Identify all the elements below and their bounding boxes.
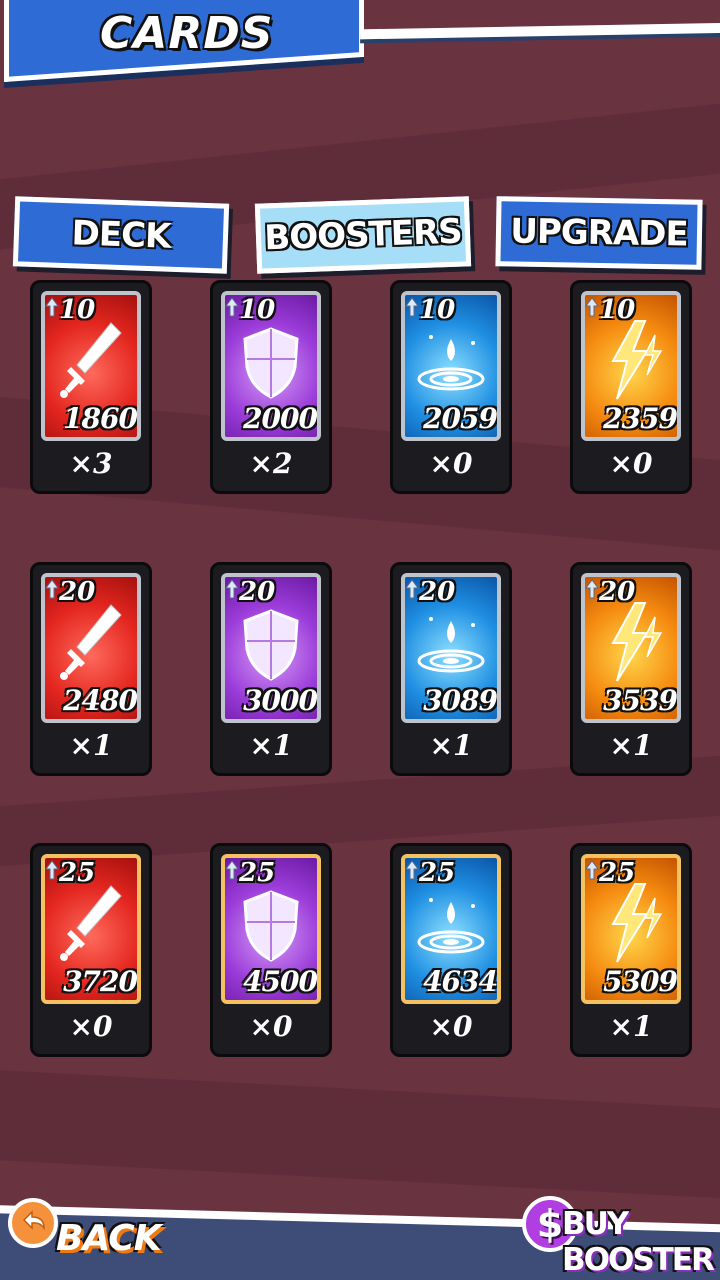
shield-icon xyxy=(243,327,299,399)
card-power: 5309 xyxy=(603,965,677,998)
card-slot[interactable]: 10 2059 ×0 xyxy=(390,280,512,494)
card-count: ×3 xyxy=(69,447,113,480)
upgrade-arrow-icon xyxy=(585,579,599,599)
card-power: 2000 xyxy=(243,402,317,435)
tab-boosters[interactable]: BOOSTERS xyxy=(254,196,472,274)
card-face: 20 3539 xyxy=(581,573,681,723)
card-slot[interactable]: 20 2480 ×1 xyxy=(30,562,152,776)
card-count: ×1 xyxy=(609,1010,653,1043)
card-face: 25 3720 xyxy=(41,854,141,1004)
buy-booster-button[interactable]: $ BUY BOOSTER xyxy=(522,1192,718,1278)
upgrade-arrow-icon xyxy=(585,860,599,880)
upgrade-arrow-icon xyxy=(225,579,239,599)
card-power: 1860 xyxy=(63,402,137,435)
sword-icon xyxy=(60,885,122,961)
card-face: 25 5309 xyxy=(581,854,681,1004)
water-icon xyxy=(417,617,485,673)
card-slot[interactable]: 25 4500 ×0 xyxy=(210,843,332,1057)
upgrade-arrow-icon xyxy=(225,860,239,880)
card-power: 2059 xyxy=(423,402,497,435)
card-count: ×0 xyxy=(249,1010,293,1043)
card-power: 3539 xyxy=(603,684,677,717)
card-slot[interactable]: 20 3539 ×1 xyxy=(570,562,692,776)
tab-deck[interactable]: DECK xyxy=(12,196,230,274)
tab-upgrade[interactable]: UPGRADE xyxy=(495,196,703,270)
upgrade-arrow-icon xyxy=(405,297,419,317)
card-slot[interactable]: 10 2000 ×2 xyxy=(210,280,332,494)
card-count: ×2 xyxy=(249,447,293,480)
card-slot[interactable]: 20 3000 ×1 xyxy=(210,562,332,776)
card-slot[interactable]: 10 2359 ×0 xyxy=(570,280,692,494)
card-face: 25 4634 xyxy=(401,854,501,1004)
card-power: 4500 xyxy=(243,965,317,998)
upgrade-arrow-icon xyxy=(405,860,419,880)
lightning-icon xyxy=(611,602,663,682)
card-face: 10 2000 xyxy=(221,291,321,441)
card-power: 4634 xyxy=(423,965,497,998)
card-slot[interactable]: 20 3089 ×1 xyxy=(390,562,512,776)
upgrade-arrow-icon xyxy=(225,297,239,317)
lightning-icon xyxy=(611,320,663,400)
card-count: ×1 xyxy=(429,729,473,762)
back-arrow-icon xyxy=(8,1198,58,1248)
card-face: 10 1860 xyxy=(41,291,141,441)
upgrade-arrow-icon xyxy=(405,579,419,599)
card-face: 10 2059 xyxy=(401,291,501,441)
upgrade-arrow-icon xyxy=(45,297,59,317)
card-power: 3089 xyxy=(423,684,497,717)
card-slot[interactable]: 10 1860 ×3 xyxy=(30,280,152,494)
card-power: 2359 xyxy=(603,402,677,435)
card-face: 20 3000 xyxy=(221,573,321,723)
card-count: ×1 xyxy=(609,729,653,762)
card-power: 3000 xyxy=(243,684,317,717)
shield-icon xyxy=(243,609,299,681)
card-face: 20 2480 xyxy=(41,573,141,723)
lightning-icon xyxy=(611,883,663,963)
card-face: 25 4500 xyxy=(221,854,321,1004)
card-slot[interactable]: 25 5309 ×1 xyxy=(570,843,692,1057)
water-icon xyxy=(417,335,485,391)
sword-icon xyxy=(60,322,122,398)
back-button[interactable]: BACK xyxy=(4,1192,162,1272)
sword-icon xyxy=(60,604,122,680)
shield-icon xyxy=(243,890,299,962)
card-power: 3720 xyxy=(63,965,137,998)
back-label: BACK xyxy=(56,1218,162,1259)
card-power: 2480 xyxy=(63,684,137,717)
card-count: ×1 xyxy=(69,729,113,762)
card-count: ×0 xyxy=(69,1010,113,1043)
card-count: ×0 xyxy=(609,447,653,480)
card-face: 10 2359 xyxy=(581,291,681,441)
card-count: ×0 xyxy=(429,447,473,480)
card-count: ×0 xyxy=(429,1010,473,1043)
card-slot[interactable]: 25 3720 ×0 xyxy=(30,843,152,1057)
buy-booster-label: BUY BOOSTER xyxy=(562,1206,715,1278)
card-face: 20 3089 xyxy=(401,573,501,723)
upgrade-arrow-icon xyxy=(45,579,59,599)
water-icon xyxy=(417,898,485,954)
upgrade-arrow-icon xyxy=(585,297,599,317)
page-title: CARDS xyxy=(100,8,274,59)
card-slot[interactable]: 25 4634 ×0 xyxy=(390,843,512,1057)
upgrade-arrow-icon xyxy=(45,860,59,880)
card-count: ×1 xyxy=(249,729,293,762)
